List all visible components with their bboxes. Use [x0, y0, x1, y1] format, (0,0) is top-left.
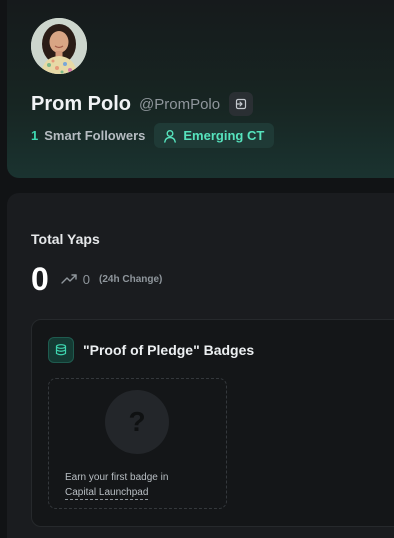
total-yaps-title: Total Yaps — [31, 231, 100, 247]
empty-badge-message: Earn your first badge in — [65, 472, 169, 483]
tier-badge-label: Emerging CT — [183, 128, 265, 143]
badges-title: "Proof of Pledge" Badges — [83, 342, 255, 358]
tier-badge[interactable]: Emerging CT — [154, 123, 275, 148]
trending-up-icon — [61, 273, 77, 285]
empty-badge-text: Earn your first badge in Capital Launchp… — [65, 470, 168, 500]
badges-header: "Proof of Pledge" Badges — [48, 337, 254, 363]
change-label: (24h Change) — [99, 273, 163, 285]
change-value: 0 — [82, 271, 91, 287]
page: Prom Polo @PromPolo 1 Smart Followers Em… — [0, 0, 394, 538]
question-mark-icon: ? — [105, 390, 169, 454]
smart-followers-count[interactable]: 1 — [31, 128, 38, 143]
handle[interactable]: @PromPolo — [139, 96, 220, 113]
sign-in-button[interactable] — [229, 92, 254, 116]
profile-name-row: Prom Polo @PromPolo — [31, 91, 254, 117]
user-icon — [164, 129, 177, 143]
yaps-value-row: 0 0 (24h Change) — [31, 262, 162, 296]
sign-in-icon — [236, 98, 247, 110]
avatar-image — [31, 18, 87, 74]
avatar[interactable] — [31, 18, 87, 74]
capital-launchpad-link[interactable]: Capital Launchpad — [65, 486, 149, 500]
coins-icon — [48, 337, 74, 363]
total-yaps-value: 0 — [31, 261, 49, 297]
smart-followers-label[interactable]: Smart Followers — [44, 128, 145, 143]
display-name: Prom Polo — [31, 92, 132, 115]
followers-row: 1 Smart Followers Emerging CT — [31, 123, 275, 148]
